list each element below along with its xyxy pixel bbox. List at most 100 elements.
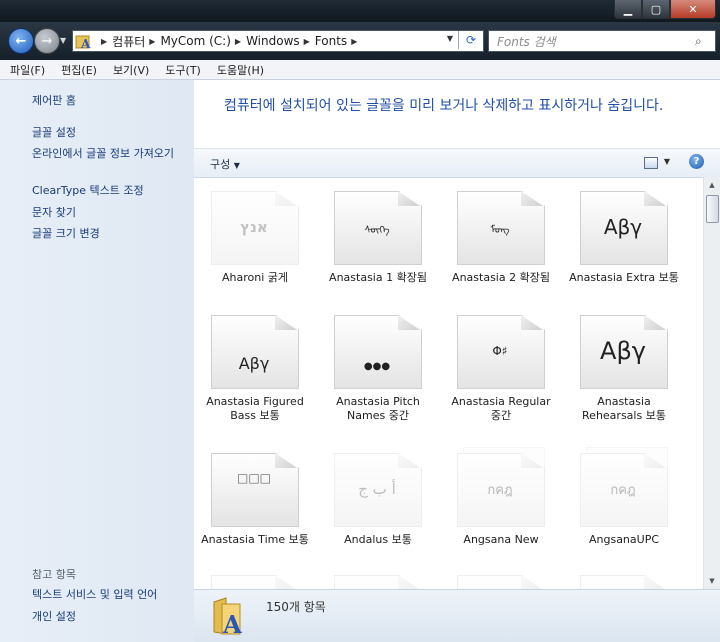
font-name: Anastasia Regular 중간 xyxy=(451,395,551,422)
cleartype-adjust-link[interactable]: ClearType 텍스트 조정 xyxy=(32,182,144,198)
scroll-thumb[interactable] xyxy=(706,195,719,223)
search-icon: ⌕ xyxy=(695,33,702,48)
font-tile-partial[interactable] xyxy=(323,575,433,589)
svg-text:A: A xyxy=(80,37,91,49)
minimize-button[interactable]: ▁ xyxy=(614,0,642,19)
font-file-icon: Αβγ xyxy=(211,315,299,389)
close-button[interactable]: ✕ xyxy=(670,0,716,19)
font-sample: Αβγ xyxy=(238,353,270,373)
font-tile-anastasia-extra[interactable]: Αβγ Anastasia Extra 보통 xyxy=(569,191,679,285)
breadcrumb-drive[interactable]: MyCom (C:) ▶ xyxy=(160,34,246,48)
font-tile-partial[interactable] xyxy=(200,575,310,589)
svg-text:A: A xyxy=(222,610,242,636)
close-icon: ✕ xyxy=(688,2,698,16)
font-file-icon: ᠰᠦᠭᠡ xyxy=(334,191,422,265)
refresh-icon: ⟳ xyxy=(465,33,477,47)
font-sample: □□□ xyxy=(236,471,271,485)
menu-view[interactable]: 보기(V) xyxy=(107,62,155,78)
font-settings-link[interactable]: 글꼴 설정 xyxy=(32,124,76,140)
search-input[interactable]: Fonts 검색 xyxy=(497,33,695,50)
breadcrumb-root-arrow[interactable]: ▶ xyxy=(97,37,112,46)
text-services-link[interactable]: 텍스트 서비스 및 입력 언어 xyxy=(32,586,157,602)
font-file-icon xyxy=(211,575,299,589)
font-name: Anastasia Time 보통 xyxy=(201,533,309,546)
see-also-header: 참고 항목 xyxy=(32,568,76,581)
font-name: Anastasia Figured Bass 보통 xyxy=(206,395,304,422)
personalization-link[interactable]: 개인 설정 xyxy=(32,608,76,624)
font-file-icon: □□□ xyxy=(211,453,299,527)
font-sample: أ ب ج xyxy=(358,480,396,498)
item-count: 150개 항목 xyxy=(266,600,326,614)
font-file-icon: Φ♯ xyxy=(457,315,545,389)
font-sample: กคฎ xyxy=(487,482,513,498)
get-font-info-online-link[interactable]: 온라인에서 글꼴 정보 가져오기 xyxy=(32,147,190,160)
font-tile-anastasia-regular[interactable]: Φ♯ Anastasia Regular 중간 xyxy=(446,315,556,423)
menu-help[interactable]: 도움말(H) xyxy=(211,62,270,78)
font-tile-anastasia-pitch-names[interactable]: ●●● Anastasia Pitch Names 중간 xyxy=(323,315,433,423)
scroll-up-button[interactable]: ▲ xyxy=(704,177,720,193)
view-dropdown[interactable]: ▼ xyxy=(664,157,670,166)
font-file-icon: Αβγ xyxy=(580,315,668,389)
font-tile-partial[interactable] xyxy=(569,575,679,589)
explorer-window: ▁ ▢ ✕ ← → ▼ A ▶ 컴퓨터 ▶ MyCom (C:) ▶ Windows… xyxy=(0,0,720,642)
caption-buttons: ▁ ▢ ✕ xyxy=(614,0,716,19)
find-character-link[interactable]: 문자 찾기 xyxy=(32,204,76,220)
menu-edit[interactable]: 편집(E) xyxy=(55,62,103,78)
forward-button[interactable]: → xyxy=(34,28,60,54)
menu-bar: 파일(F) 편집(E) 보기(V) 도구(T) 도움말(H) xyxy=(0,60,720,80)
view-options-icon[interactable] xyxy=(644,157,658,169)
details-pane: A 150개 항목 xyxy=(194,589,720,642)
change-font-size-link[interactable]: 글꼴 크기 변경 xyxy=(32,225,100,241)
font-tile-angsanaupc[interactable]: กคฎ AngsanaUPC xyxy=(569,447,679,547)
arrow-right-icon: → xyxy=(41,33,53,49)
help-icon[interactable]: ? xyxy=(689,154,704,169)
font-file-icon: أ ب ج xyxy=(334,453,422,527)
content-pane: 컴퓨터에 설치되어 있는 글꼴을 미리 보거나 삭제하고 표시하거나 숨깁니다.… xyxy=(194,80,720,642)
font-file-icon xyxy=(334,575,422,589)
font-name: Anastasia Extra 보통 xyxy=(569,271,679,284)
font-tile-anastasia-1[interactable]: ᠰᠦᠭᠡ Anastasia 1 확장됨 xyxy=(323,191,433,285)
vertical-scrollbar[interactable]: ▲ ▼ xyxy=(703,177,720,589)
font-sample: Φ♯ xyxy=(492,344,508,358)
font-tile-anastasia-rehearsals[interactable]: Αβγ Anastasia Rehearsals 보통 xyxy=(569,315,679,423)
address-bar[interactable]: A ▶ 컴퓨터 ▶ MyCom (C:) ▶ Windows ▶ Fonts ▶ ▼ ⟳ xyxy=(72,30,484,52)
font-file-icon: אנץ xyxy=(211,191,299,265)
task-pane: 제어판 홈 글꼴 설정 온라인에서 글꼴 정보 가져오기 ClearType 텍… xyxy=(0,80,194,642)
scroll-down-button[interactable]: ▼ xyxy=(704,573,720,589)
control-panel-home-link[interactable]: 제어판 홈 xyxy=(32,92,76,108)
font-name: Anastasia Rehearsals 보통 xyxy=(582,395,666,422)
font-sample: ᠮᠣᠩ xyxy=(490,225,510,236)
maximize-icon: ▢ xyxy=(650,2,662,16)
font-tile-anastasia-figured-bass[interactable]: Αβγ Anastasia Figured Bass 보통 xyxy=(200,315,310,423)
breadcrumb-fonts[interactable]: Fonts ▶ xyxy=(315,34,363,48)
recent-pages-dropdown[interactable]: ▼ xyxy=(60,36,66,45)
font-tile-anastasia-time[interactable]: □□□ Anastasia Time 보통 xyxy=(200,453,310,547)
font-name: Anastasia 1 확장됨 xyxy=(329,271,427,284)
font-tile-angsana-new[interactable]: กคฎ Angsana New xyxy=(446,447,556,547)
breadcrumb-windows[interactable]: Windows ▶ xyxy=(246,34,315,48)
font-tile-andalus[interactable]: أ ب ج Andalus 보통 xyxy=(323,453,433,547)
font-sample: אנץ xyxy=(240,218,268,236)
font-name: Angsana New xyxy=(463,533,539,546)
search-box[interactable]: Fonts 검색 ⌕ xyxy=(488,30,716,52)
breadcrumb-computer[interactable]: 컴퓨터 ▶ xyxy=(112,33,160,50)
chevron-down-icon: ▼ xyxy=(233,161,240,170)
font-file-icon xyxy=(580,575,668,589)
maximize-button[interactable]: ▢ xyxy=(642,0,670,19)
menu-file[interactable]: 파일(F) xyxy=(4,62,51,78)
font-file-icon: ᠮᠣᠩ xyxy=(457,191,545,265)
font-name: Andalus 보통 xyxy=(344,533,412,546)
font-tile-partial[interactable] xyxy=(446,575,556,589)
font-file-icon: ●●● xyxy=(334,315,422,389)
font-sample: ᠰᠦᠭᠡ xyxy=(364,225,390,236)
address-history-dropdown[interactable]: ▼ xyxy=(447,34,453,43)
back-button[interactable]: ← xyxy=(8,28,34,54)
font-name: Aharoni 굵게 xyxy=(221,271,288,284)
menu-tools[interactable]: 도구(T) xyxy=(159,62,207,78)
font-tile-aharoni[interactable]: אנץ Aharoni 굵게 xyxy=(200,191,310,285)
font-sample: Αβγ xyxy=(603,215,643,239)
refresh-button[interactable]: ⟳ xyxy=(458,31,483,49)
font-tile-anastasia-2[interactable]: ᠮᠣᠩ Anastasia 2 확장됨 xyxy=(446,191,556,285)
organize-button[interactable]: 구성 ▼ xyxy=(210,156,240,172)
arrow-left-icon: ← xyxy=(15,33,27,49)
